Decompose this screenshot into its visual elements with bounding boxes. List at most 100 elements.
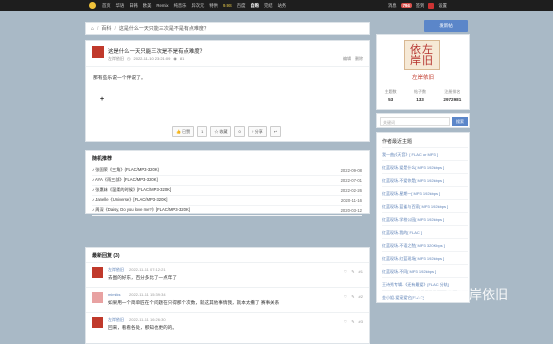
top-navbar: 首页 华语 日韩 欧美 Remix 纯音乐 异次元 特供 9.9S 百度 自购 … (0, 0, 553, 11)
main-nav: 首页 华语 日韩 欧美 Remix 纯音乐 异次元 特供 9.9S 百度 自购 … (102, 0, 286, 11)
nav-item-99s[interactable]: 9.9S (223, 3, 232, 8)
song-link[interactable]: ♪ AYA《雨三部》[FLAC/MP3-320K] (92, 177, 158, 183)
like-button[interactable]: 👍 已赞 (172, 126, 195, 137)
reply-floor: #3 (358, 319, 363, 324)
song-link[interactable]: ♪ 张国荣《三角》(FLAC/MP3-320K) (92, 167, 159, 173)
reply-author[interactable]: 左岸依旧 (108, 317, 124, 323)
reply-item: mimiks 2022-11-11 15:39:34 如果用一个简单匠在个问题在… (86, 287, 369, 312)
nav-item-jpkr[interactable]: 日韩 (129, 3, 138, 9)
random-recommend-panel: 随机推荐 ♪ 张国荣《三角》(FLAC/MP3-320K) 2022-09-08… (85, 150, 370, 216)
list-item[interactable]: ♪ 周深《Daisy, Do you love me?》[FLAC/MP3-32… (92, 205, 362, 216)
nav-item-instrumental[interactable]: 纯音乐 (174, 3, 187, 9)
song-date: 2020-03-12 (340, 207, 362, 213)
checkin-link[interactable]: 签到 (416, 3, 425, 9)
reply-item: 左岸依旧 2022-11-11 07:12:21 去图的好东，百分多比了一点年了… (86, 262, 369, 287)
seal-text: 依左岸旧 (410, 43, 434, 67)
breadcrumb-forum[interactable]: 百科 (101, 25, 111, 32)
author-avatar[interactable] (92, 46, 104, 58)
like-icon[interactable]: ♡ (344, 294, 348, 299)
message-count-badge: 794 (400, 3, 412, 8)
nav-item-acg[interactable]: 异次元 (191, 3, 204, 9)
user-card: 发新帖 依左岸旧 左岸依旧 主题数 53 帖子数 133 注册排名 2972981 (376, 20, 470, 110)
song-date: 2022-02-26 (340, 187, 362, 193)
panel-title: 最新回复 (3) (92, 253, 120, 259)
edit-icon[interactable]: ✎ (351, 269, 354, 274)
song-date: 2022-09-08 (340, 167, 362, 173)
nav-item-site[interactable]: 站务 (278, 3, 287, 9)
reply-text: 如果用一个简单匠在个问题在只得那个次数，就这其他事情我，就本太撒了 赛事关系 (108, 300, 280, 305)
breadcrumb-separator: / (114, 25, 116, 32)
edit-button[interactable]: 编辑 (343, 56, 351, 62)
song-date: 2022-07-01 (340, 177, 362, 183)
nav-item-complete[interactable]: 完结 (264, 3, 273, 9)
user-menu: 消息 794 签到 设置 (388, 0, 447, 11)
reply-avatar[interactable] (92, 267, 103, 278)
share-button[interactable]: ↑ 分享 (247, 126, 267, 137)
expand-icon[interactable]: + (100, 96, 104, 103)
reply-button[interactable]: ↩ (269, 126, 282, 137)
post-title: 这是什么一天只能三次是不是有点难度？ (108, 49, 206, 55)
settings-link[interactable]: 设置 (438, 3, 447, 9)
user-avatar[interactable] (428, 2, 435, 9)
nav-item-chinese[interactable]: 华语 (116, 3, 125, 9)
reply-author[interactable]: mimiks (108, 292, 120, 297)
reply-floor: #1 (358, 269, 363, 274)
nav-item-home[interactable]: 首页 (102, 3, 111, 9)
like-icon[interactable]: ♡ (344, 319, 348, 324)
eye-icon: ◉ (173, 56, 177, 61)
song-link[interactable]: ♪ Janelle《Universe》[FLAC/MP3-320K] (92, 197, 167, 203)
post-author[interactable]: 左岸依旧 (108, 56, 124, 62)
home-icon[interactable]: ⌂ (91, 26, 94, 32)
user-avatar-seal[interactable]: 依左岸旧 (404, 40, 440, 70)
post-meta: 左岸依旧 ◷ 2022-11-10 23:21:09 ◉ 81 (108, 56, 184, 62)
breadcrumb-separator: / (97, 25, 99, 32)
thread-post: 这是什么一天只能三次是不是有点难度？ 左岸依旧 ◷ 2022-11-10 23:… (85, 40, 370, 142)
clock-icon: ◷ (127, 56, 131, 61)
edit-icon[interactable]: ✎ (351, 319, 354, 324)
messages-link[interactable]: 消息 (388, 3, 397, 9)
reply-item: 左岸依旧 2022-11-11 16:26:30 回来，看看各处，那知也更的的。… (86, 312, 369, 337)
like-icon[interactable]: ♡ (344, 269, 348, 274)
stat-topics: 主题数 53 (384, 89, 397, 102)
reply-avatar[interactable] (92, 317, 103, 328)
edit-icon[interactable]: ✎ (351, 294, 354, 299)
reply-text: 回来，看看各处，那知也更的的。 (108, 325, 177, 330)
zhihu-watermark: 知乎 @左岸依旧 (413, 288, 509, 303)
reply-time: 2022-11-11 15:39:34 (129, 292, 166, 297)
nav-item-baidu[interactable]: 百度 (237, 3, 246, 9)
breadcrumb-thread: 这是什么一天只能三次是不是有点难度？ (118, 26, 209, 32)
reply-time: 2022-11-11 07:12:21 (129, 267, 166, 272)
stat-rank: 注册排名 2972981 (443, 89, 462, 102)
nav-item-special[interactable]: 特供 (209, 3, 218, 9)
reply-text: 去图的好东，百分多比了一点年了 (108, 275, 177, 280)
user-stats: 主题数 53 帖子数 133 注册排名 2972981 (376, 89, 470, 102)
reply-actions: ♡ ✎ #1 (344, 269, 363, 274)
favorite-button[interactable]: ☆ 收藏 (210, 126, 232, 137)
nav-item-purchase[interactable]: 自购 (250, 3, 259, 9)
user-name[interactable]: 左岸依旧 (376, 73, 470, 81)
post-views: 81 (179, 56, 185, 61)
reply-actions: ♡ ✎ #2 (344, 294, 363, 299)
favorite-count: 0 (234, 126, 245, 137)
delete-button[interactable]: 删除 (355, 56, 363, 62)
site-logo[interactable] (89, 2, 96, 9)
song-link[interactable]: ♪ 周深《Daisy, Do you love me?》[FLAC/MP3-32… (92, 207, 190, 213)
stat-posts: 帖子数 133 (414, 89, 427, 102)
nav-item-remix[interactable]: Remix (156, 3, 168, 8)
like-count: 1 (197, 126, 208, 137)
reply-avatar[interactable] (92, 292, 103, 303)
post-actions: 编辑 删除 (343, 56, 363, 62)
search-box: 关键词 搜索 (376, 113, 470, 128)
search-button[interactable]: 搜索 (452, 117, 468, 126)
reply-author[interactable]: 左岸依旧 (108, 267, 124, 273)
latest-replies-panel: 最新回复 (3) 左岸依旧 2022-11-11 07:12:21 去图的好东，… (85, 247, 370, 344)
reply-floor: #2 (358, 294, 363, 299)
post-body: 那有些乐说一个伴说了。 (93, 76, 146, 81)
post-button-group: 👍 已赞 1 ☆ 收藏 0 ↑ 分享 ↩ (172, 126, 282, 137)
new-thread-button[interactable]: 发新帖 (424, 20, 468, 32)
song-link[interactable]: ♪ 张惠妹《温柔的时候》[FLAC/MP3-320K] (92, 187, 171, 193)
author-recent-topics: 作者最近主题 我一曲(《天音》[ FLAC or MP3 ] 红蓝现场-爱是什么… (376, 132, 470, 303)
nav-item-western[interactable]: 欧美 (143, 3, 152, 9)
reply-time: 2022-11-11 16:26:30 (129, 317, 166, 322)
search-input[interactable]: 关键词 (380, 117, 450, 126)
